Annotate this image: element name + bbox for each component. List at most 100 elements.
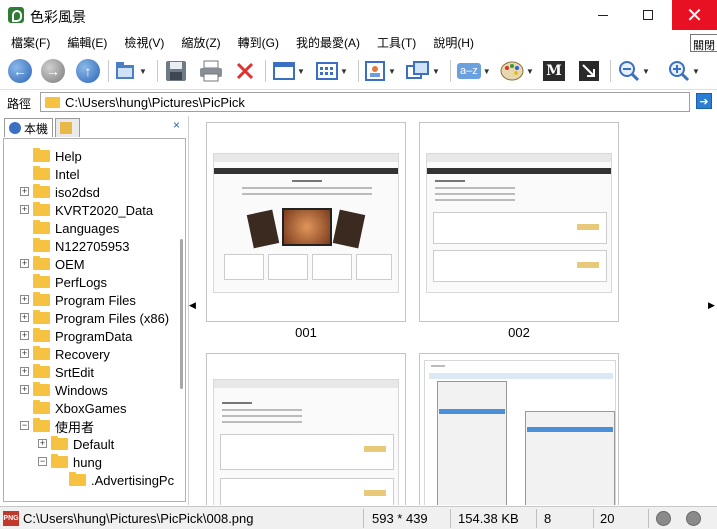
expand-icon[interactable]: + bbox=[20, 349, 29, 358]
zoom-in-icon bbox=[669, 61, 690, 82]
tree-item[interactable]: + Program Files (x86) bbox=[20, 309, 169, 327]
tree-item[interactable]: + Windows bbox=[20, 381, 108, 399]
tree-item[interactable]: XboxGames bbox=[33, 399, 127, 417]
color-palette-button[interactable]: ▼ bbox=[500, 58, 534, 84]
save-button[interactable] bbox=[165, 58, 187, 84]
status-bar: PNG C:\Users\hung\Pictures\PicPick\008.p… bbox=[0, 506, 717, 529]
tree-item[interactable]: + Recovery bbox=[20, 345, 110, 363]
tree-item[interactable]: − 使用者 bbox=[20, 417, 94, 435]
photo-frame bbox=[246, 209, 280, 249]
sort-button[interactable]: a–z ▼ bbox=[457, 58, 491, 84]
tab-this-pc[interactable]: 本機 bbox=[4, 118, 54, 137]
expand-icon[interactable]: + bbox=[20, 367, 29, 376]
tree-item[interactable]: Help bbox=[33, 147, 82, 165]
forward-button[interactable]: → bbox=[41, 58, 65, 84]
delete-button[interactable] bbox=[235, 58, 255, 84]
thumbnail-view-button[interactable]: ▼ bbox=[316, 58, 348, 84]
tree-item[interactable]: + OEM bbox=[20, 255, 85, 273]
copy-move-button[interactable]: ▼ bbox=[406, 58, 440, 84]
tree-item-label: iso2dsd bbox=[55, 184, 100, 200]
expand-icon[interactable]: + bbox=[20, 313, 29, 322]
tree-item[interactable]: + ProgramData bbox=[20, 327, 133, 345]
tree-item-label: .AdvertisingPc bbox=[91, 472, 175, 488]
m-icon: M bbox=[543, 61, 565, 81]
expand-icon[interactable]: + bbox=[20, 187, 29, 196]
thumbnail-001[interactable] bbox=[206, 122, 406, 322]
status-path: C:\Users\hung\Pictures\PicPick\008.png bbox=[23, 511, 254, 526]
m-button[interactable]: M bbox=[543, 58, 565, 84]
floppy-disk-icon bbox=[166, 61, 186, 81]
tree-scrollbar[interactable] bbox=[177, 139, 185, 501]
thumbnail-003[interactable] bbox=[206, 353, 406, 505]
menu-tools[interactable]: 工具(T) bbox=[366, 31, 422, 53]
zoom-out-button[interactable]: ▼ bbox=[618, 58, 650, 84]
tree-item[interactable]: + SrtEdit bbox=[20, 363, 94, 381]
resize-button[interactable] bbox=[578, 58, 600, 84]
toolbar-divider bbox=[265, 60, 266, 82]
collapse-icon[interactable]: − bbox=[20, 421, 29, 430]
back-button[interactable]: ← bbox=[8, 58, 32, 84]
menu-view[interactable]: 檢視(V) bbox=[113, 31, 170, 53]
tree-item-label: Help bbox=[55, 148, 82, 164]
expand-icon[interactable]: + bbox=[20, 385, 29, 394]
path-input[interactable]: C:\Users\hung\Pictures\PicPick ▼ bbox=[40, 92, 717, 112]
status-divider bbox=[536, 509, 537, 528]
tree-item[interactable]: + Default bbox=[38, 435, 114, 453]
status-divider bbox=[450, 509, 451, 528]
tree-item-label: OEM bbox=[55, 256, 85, 272]
chevron-down-icon: ▼ bbox=[297, 66, 305, 76]
up-folder-button[interactable]: ↑ bbox=[76, 58, 100, 84]
folder-icon bbox=[33, 166, 50, 180]
tree-item[interactable]: Intel bbox=[33, 165, 80, 183]
tree-item[interactable]: Languages bbox=[33, 219, 119, 237]
tree-item[interactable]: .AdvertisingPc bbox=[69, 471, 174, 489]
minimize-button[interactable] bbox=[580, 0, 626, 30]
tree-item[interactable]: N122705953 bbox=[33, 237, 129, 255]
thumbnail-grid-icon bbox=[316, 62, 338, 80]
expand-icon[interactable]: + bbox=[20, 205, 29, 214]
expand-icon[interactable]: + bbox=[38, 439, 47, 448]
maximize-button[interactable] bbox=[625, 0, 671, 30]
sort-az-icon: a–z bbox=[457, 63, 481, 79]
print-button[interactable] bbox=[199, 58, 223, 84]
collapse-right-icon[interactable]: ▶ bbox=[708, 300, 715, 311]
tree-item[interactable]: − hung bbox=[38, 453, 102, 471]
zoom-in-button[interactable]: ▼ bbox=[668, 58, 700, 84]
collapse-icon[interactable]: − bbox=[38, 457, 47, 466]
menu-zoom[interactable]: 縮放(Z) bbox=[170, 31, 226, 53]
tree-item[interactable]: PerfLogs bbox=[33, 273, 107, 291]
menu-file[interactable]: 檔案(F) bbox=[0, 31, 56, 53]
feature-box bbox=[224, 254, 264, 280]
menu-goto[interactable]: 轉到(G) bbox=[227, 31, 285, 53]
collapse-left-icon[interactable]: ◀ bbox=[189, 300, 196, 311]
slideshow-button[interactable]: ▼ bbox=[364, 58, 396, 84]
tree-item[interactable]: + KVRT2020_Data bbox=[20, 201, 153, 219]
browse-folders-button[interactable]: ▼ bbox=[115, 58, 147, 84]
window-title: 色彩風景 bbox=[30, 9, 86, 25]
thumbnail-004[interactable] bbox=[419, 353, 619, 505]
expand-icon[interactable]: + bbox=[20, 259, 29, 268]
scroll-thumb[interactable] bbox=[180, 239, 183, 389]
expand-icon[interactable]: + bbox=[20, 295, 29, 304]
tab-favorites[interactable] bbox=[55, 118, 81, 137]
thumbnail-002[interactable] bbox=[419, 122, 619, 322]
expand-icon[interactable]: + bbox=[20, 331, 29, 340]
tree-item-label: Recovery bbox=[55, 346, 110, 362]
tab-label: 本機 bbox=[24, 121, 49, 136]
thumbnail-image bbox=[213, 379, 399, 505]
site-text bbox=[435, 187, 515, 189]
download-button bbox=[577, 224, 599, 230]
tree-item-label: ProgramData bbox=[55, 328, 133, 344]
site-text bbox=[222, 409, 302, 411]
layout-button[interactable]: ▼ bbox=[273, 58, 305, 84]
menu-favorites[interactable]: 我的最愛(A) bbox=[285, 31, 366, 53]
menu-edit[interactable]: 編輯(E) bbox=[56, 31, 113, 53]
close-pane-icon[interactable]: × bbox=[173, 118, 180, 132]
tree-item[interactable]: + iso2dsd bbox=[20, 183, 100, 201]
back-arrow-icon: ← bbox=[8, 59, 32, 83]
menu-help[interactable]: 說明(H) bbox=[422, 31, 480, 53]
close-button[interactable]: ✕ bbox=[672, 0, 717, 30]
go-button[interactable]: ➔ bbox=[696, 93, 712, 109]
folder-icon bbox=[33, 346, 50, 360]
tree-item[interactable]: + Program Files bbox=[20, 291, 136, 309]
